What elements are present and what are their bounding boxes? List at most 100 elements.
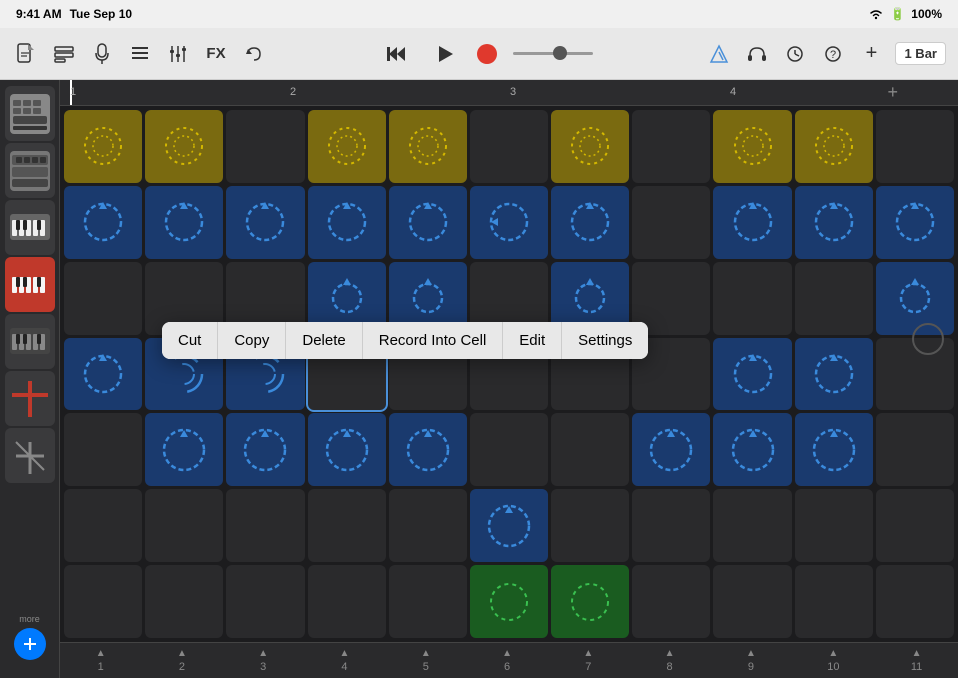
layers-icon[interactable]	[50, 40, 78, 68]
sidebar-item-inst7[interactable]	[5, 428, 55, 483]
context-menu-item-settings[interactable]: Settings	[562, 322, 648, 359]
cell-r0-c8[interactable]	[713, 110, 791, 183]
cell-r0-c4[interactable]	[389, 110, 467, 183]
cell-r0-c6[interactable]	[551, 110, 629, 183]
cell-r1-c6[interactable]	[551, 186, 629, 259]
cell-r5-c6[interactable]	[551, 489, 629, 562]
cell-r5-c8[interactable]	[713, 489, 791, 562]
col-arrow-3[interactable]: ▲	[258, 648, 268, 659]
cell-r4-c7[interactable]	[632, 413, 710, 486]
cell-r1-c1[interactable]	[145, 186, 223, 259]
cell-r6-c2[interactable]	[226, 565, 304, 638]
mixer-icon[interactable]	[164, 40, 192, 68]
cell-r5-c0[interactable]	[64, 489, 142, 562]
cell-r0-c5[interactable]	[470, 110, 548, 183]
cell-r1-c3[interactable]	[308, 186, 386, 259]
bar-display[interactable]: 1 Bar	[895, 42, 946, 65]
cell-r6-c1[interactable]	[145, 565, 223, 638]
microphone-icon[interactable]	[88, 40, 116, 68]
cell-r4-c6[interactable]	[551, 413, 629, 486]
help-icon[interactable]: ?	[819, 40, 847, 68]
col-num-item-2[interactable]: ▲2	[177, 648, 187, 673]
sidebar-item-piano-red[interactable]	[5, 257, 55, 312]
headphone-icon[interactable]	[743, 40, 771, 68]
cell-r0-c0[interactable]	[64, 110, 142, 183]
cell-r4-c8[interactable]	[713, 413, 791, 486]
cell-r1-c7[interactable]	[632, 186, 710, 259]
col-arrow-2[interactable]: ▲	[177, 648, 187, 659]
col-arrow-7[interactable]: ▲	[583, 648, 593, 659]
clock-icon[interactable]	[781, 40, 809, 68]
col-num-item-3[interactable]: ▲3	[258, 648, 268, 673]
col-num-item-9[interactable]: ▲9	[746, 648, 756, 673]
cell-r2-c8[interactable]	[713, 262, 791, 335]
context-menu-item-cut[interactable]: Cut	[162, 322, 218, 359]
fx-button[interactable]: FX	[202, 40, 230, 68]
cell-r0-c10[interactable]	[876, 110, 954, 183]
cell-r4-c9[interactable]	[795, 413, 873, 486]
cell-r1-c0[interactable]	[64, 186, 142, 259]
cell-r4-c5[interactable]	[470, 413, 548, 486]
cell-r1-c4[interactable]	[389, 186, 467, 259]
col-arrow-5[interactable]: ▲	[421, 648, 431, 659]
cell-r3-c9[interactable]	[795, 338, 873, 411]
sidebar-item-synth[interactable]	[5, 200, 55, 255]
cell-r5-c1[interactable]	[145, 489, 223, 562]
cell-r2-c9[interactable]	[795, 262, 873, 335]
col-arrow-11[interactable]: ▲	[912, 648, 922, 659]
cell-r1-c8[interactable]	[713, 186, 791, 259]
list-icon[interactable]	[126, 40, 154, 68]
context-menu-item-copy[interactable]: Copy	[218, 322, 286, 359]
sidebar-item-piano-dark[interactable]	[5, 314, 55, 369]
sidebar-item-drum2[interactable]	[5, 143, 55, 198]
cell-r6-c9[interactable]	[795, 565, 873, 638]
col-num-item-1[interactable]: ▲1	[96, 648, 106, 673]
cell-r0-c1[interactable]	[145, 110, 223, 183]
col-arrow-4[interactable]: ▲	[340, 648, 350, 659]
add-instrument-button[interactable]	[14, 628, 46, 660]
cell-r4-c4[interactable]	[389, 413, 467, 486]
col-num-item-10[interactable]: ▲10	[827, 648, 839, 673]
cell-r1-c2[interactable]	[226, 186, 304, 259]
add-bar-icon[interactable]: +	[857, 40, 885, 68]
sidebar-item-guitar[interactable]	[5, 371, 55, 426]
cell-r5-c7[interactable]	[632, 489, 710, 562]
col-num-item-11[interactable]: ▲11	[911, 648, 922, 673]
cell-r0-c2[interactable]	[226, 110, 304, 183]
volume-handle[interactable]	[553, 46, 567, 60]
context-menu-item-edit[interactable]: Edit	[503, 322, 562, 359]
context-menu-item-delete[interactable]: Delete	[286, 322, 362, 359]
cell-r3-c0[interactable]	[64, 338, 142, 411]
cell-r4-c1[interactable]	[145, 413, 223, 486]
col-arrow-6[interactable]: ▲	[502, 648, 512, 659]
cell-r6-c7[interactable]	[632, 565, 710, 638]
cell-r5-c10[interactable]	[876, 489, 954, 562]
cell-r4-c2[interactable]	[226, 413, 304, 486]
add-bar-button[interactable]: +	[887, 82, 898, 103]
cell-r3-c8[interactable]	[713, 338, 791, 411]
cell-r5-c3[interactable]	[308, 489, 386, 562]
sidebar-item-drum1[interactable]	[5, 86, 55, 141]
cell-r5-c2[interactable]	[226, 489, 304, 562]
cell-r5-c4[interactable]	[389, 489, 467, 562]
cell-r4-c3[interactable]	[308, 413, 386, 486]
col-arrow-10[interactable]: ▲	[828, 648, 838, 659]
cell-r6-c4[interactable]	[389, 565, 467, 638]
cell-r1-c10[interactable]	[876, 186, 954, 259]
col-num-item-8[interactable]: ▲8	[665, 648, 675, 673]
skip-back-button[interactable]	[381, 38, 413, 70]
col-arrow-9[interactable]: ▲	[746, 648, 756, 659]
col-arrow-1[interactable]: ▲	[96, 648, 106, 659]
context-menu-item-record-into-cell[interactable]: Record Into Cell	[363, 322, 504, 359]
record-button[interactable]	[477, 44, 497, 64]
cell-r5-c5[interactable]	[470, 489, 548, 562]
col-num-item-5[interactable]: ▲5	[421, 648, 431, 673]
cell-r6-c0[interactable]	[64, 565, 142, 638]
col-num-item-6[interactable]: ▲6	[502, 648, 512, 673]
cell-r2-c10[interactable]	[876, 262, 954, 335]
cell-r1-c5[interactable]	[470, 186, 548, 259]
cell-r4-c0[interactable]	[64, 413, 142, 486]
col-num-item-7[interactable]: ▲7	[583, 648, 593, 673]
cell-r6-c3[interactable]	[308, 565, 386, 638]
cell-r6-c6[interactable]	[551, 565, 629, 638]
